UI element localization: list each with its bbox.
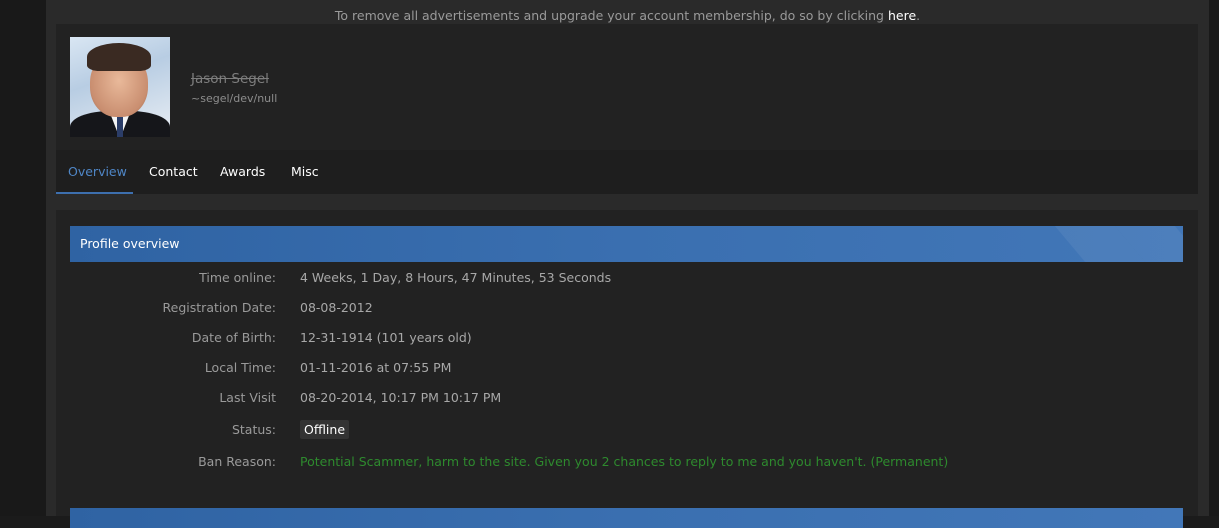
page-background: To remove all advertisements and upgrade… [0,0,1219,528]
tab-contact[interactable]: Contact [149,150,198,194]
avatar [70,37,170,137]
upgrade-notice-suffix: . [916,8,921,23]
right-gutter [1209,0,1219,516]
row-status: Status: Offline [56,420,1198,442]
next-section-header [70,508,1183,528]
left-gutter [0,0,46,516]
username: Jason Segel [191,71,269,87]
row-label: Registration Date: [162,300,276,315]
row-last-visit: Last Visit 08-20-2014, 10:17 PM 10:17 PM [56,390,1198,410]
profile-overview-panel: Profile overview Time online: 4 Weeks, 1… [56,210,1198,528]
profile-overview-header: Profile overview [70,226,1183,262]
row-label: Date of Birth: [191,330,276,345]
row-value: 08-08-2012 [300,300,373,315]
row-label: Local Time: [204,360,276,375]
profile-header: Jason Segel ~segel/dev/null [56,24,1198,150]
row-value: 01-11-2016 at 07:55 PM [300,360,452,375]
section-title: Profile overview [80,236,180,251]
row-value: Offline [300,420,350,439]
main-container: To remove all advertisements and upgrade… [46,0,1209,528]
row-value: 4 Weeks, 1 Day, 8 Hours, 47 Minutes, 53 … [300,270,612,285]
row-label: Ban Reason: [198,454,276,469]
ban-reason-text: Potential Scammer, harm to the site. Giv… [300,454,949,469]
row-registration-date: Registration Date: 08-08-2012 [56,300,1198,320]
status-badge: Offline [300,420,350,439]
upgrade-notice: To remove all advertisements and upgrade… [46,8,1209,23]
row-label: Time online: [199,270,276,285]
row-local-time: Local Time: 01-11-2016 at 07:55 PM [56,360,1198,380]
row-label: Last Visit [219,390,276,405]
row-time-online: Time online: 4 Weeks, 1 Day, 8 Hours, 47… [56,270,1198,290]
row-date-of-birth: Date of Birth: 12-31-1914 (101 years old… [56,330,1198,350]
profile-tabs: Overview Contact Awards Misc [56,150,1198,194]
row-value: 12-31-1914 (101 years old) [300,330,472,345]
row-label: Status: [231,422,276,437]
upgrade-here-link[interactable]: here [888,8,916,23]
tab-awards[interactable]: Awards [220,150,265,194]
row-ban-reason: Ban Reason: Potential Scammer, harm to t… [56,454,1198,474]
user-title: ~segel/dev/null [191,92,278,105]
upgrade-notice-text: To remove all advertisements and upgrade… [334,8,888,23]
tab-misc[interactable]: Misc [291,150,319,194]
row-value: 08-20-2014, 10:17 PM 10:17 PM [300,390,502,405]
tab-overview[interactable]: Overview [56,150,133,194]
